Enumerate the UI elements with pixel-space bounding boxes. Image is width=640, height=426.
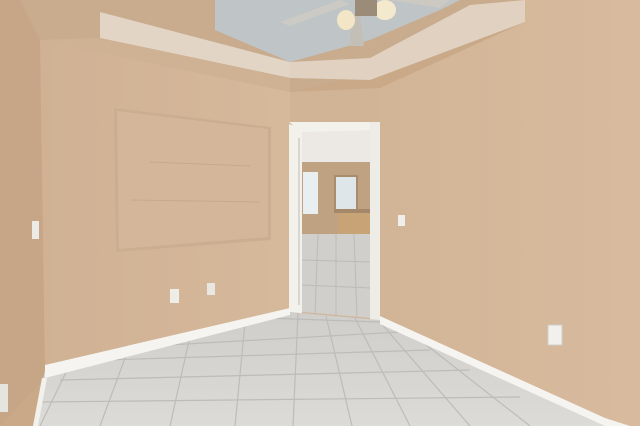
room-photo [0, 0, 640, 426]
doorway-frame-left [289, 124, 302, 314]
left-side-wall [0, 0, 45, 426]
wall-panel [117, 111, 268, 249]
cabinet-counter [334, 209, 371, 213]
fan-hub [355, 0, 377, 16]
right-wall-outlet [547, 324, 563, 346]
fan-light-left [337, 10, 355, 30]
next-room-door-window [334, 175, 358, 211]
fan-light-right [374, 0, 396, 20]
outlet-1 [170, 289, 179, 303]
doorway-frame-right [370, 122, 380, 320]
left-wall-outlet [32, 221, 39, 239]
next-room-ceiling [302, 130, 371, 166]
left-floor-vent [0, 384, 8, 412]
light-switch [398, 215, 405, 226]
next-room-window [303, 172, 318, 214]
outlet-2 [207, 283, 215, 295]
